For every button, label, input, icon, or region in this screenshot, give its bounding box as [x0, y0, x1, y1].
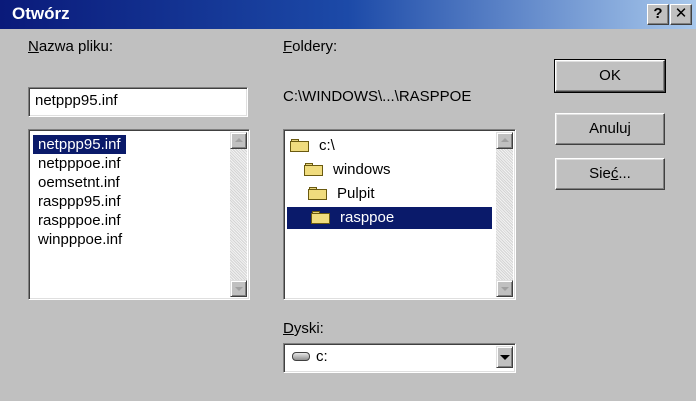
- folder-item[interactable]: windows: [304, 159, 394, 181]
- arrow-up-icon: [501, 138, 509, 142]
- arrow-down-icon: [235, 287, 243, 291]
- file-list-item[interactable]: netppp95.inf: [33, 135, 126, 154]
- folder-item[interactable]: rasppoe: [287, 207, 492, 230]
- file-list-item[interactable]: netpppoe.inf: [33, 154, 126, 173]
- drive-value: c:: [316, 348, 328, 365]
- folder-tree-scrollbar[interactable]: [496, 132, 513, 297]
- file-list-item[interactable]: raspppoe.inf: [33, 211, 126, 230]
- drive-select[interactable]: c:: [283, 343, 516, 373]
- help-button[interactable]: ?: [647, 4, 669, 25]
- scroll-up-button[interactable]: [230, 132, 247, 149]
- close-button[interactable]: ✕: [670, 4, 692, 25]
- file-list[interactable]: netppp95.inf netpppoe.inf oemsetnt.inf r…: [28, 129, 250, 300]
- open-folder-icon: [311, 211, 331, 225]
- open-folder-icon: [290, 139, 310, 153]
- drives-label: Dyski:: [283, 320, 324, 337]
- network-button[interactable]: Sieć...: [555, 158, 665, 190]
- open-folder-icon: [304, 163, 324, 177]
- scroll-up-button[interactable]: [496, 132, 513, 149]
- chevron-down-icon: [500, 355, 510, 360]
- hard-drive-icon: [292, 352, 310, 361]
- arrow-down-icon: [501, 287, 509, 291]
- folder-item[interactable]: c:\: [290, 135, 338, 157]
- folder-item[interactable]: Pulpit: [308, 183, 378, 205]
- filename-input-value: netppp95.inf: [35, 92, 118, 109]
- arrow-up-icon: [235, 138, 243, 142]
- folders-label: Foldery:: [283, 38, 338, 55]
- filename-input[interactable]: netppp95.inf: [28, 87, 248, 117]
- scroll-down-button[interactable]: [496, 280, 513, 297]
- file-list-item[interactable]: oemsetnt.inf: [33, 173, 125, 192]
- file-list-scrollbar[interactable]: [230, 132, 247, 297]
- folder-tree[interactable]: c:\ windows Pulpit rasppoe: [283, 129, 516, 300]
- title-bar[interactable]: Otwórz ? ✕: [0, 0, 696, 29]
- cancel-button[interactable]: Anuluj: [555, 113, 665, 145]
- drive-dropdown-button[interactable]: [496, 346, 513, 368]
- open-folder-icon: [308, 187, 328, 201]
- file-list-item[interactable]: winpppoe.inf: [33, 230, 127, 249]
- window-title: Otwórz: [12, 4, 70, 23]
- file-list-item[interactable]: rasppp95.inf: [33, 192, 126, 211]
- scroll-down-button[interactable]: [230, 280, 247, 297]
- ok-button[interactable]: OK: [554, 59, 666, 93]
- filename-label: Nazwa pliku:: [28, 38, 114, 55]
- folders-path: C:\WINDOWS\...\RASPPOE: [283, 88, 472, 105]
